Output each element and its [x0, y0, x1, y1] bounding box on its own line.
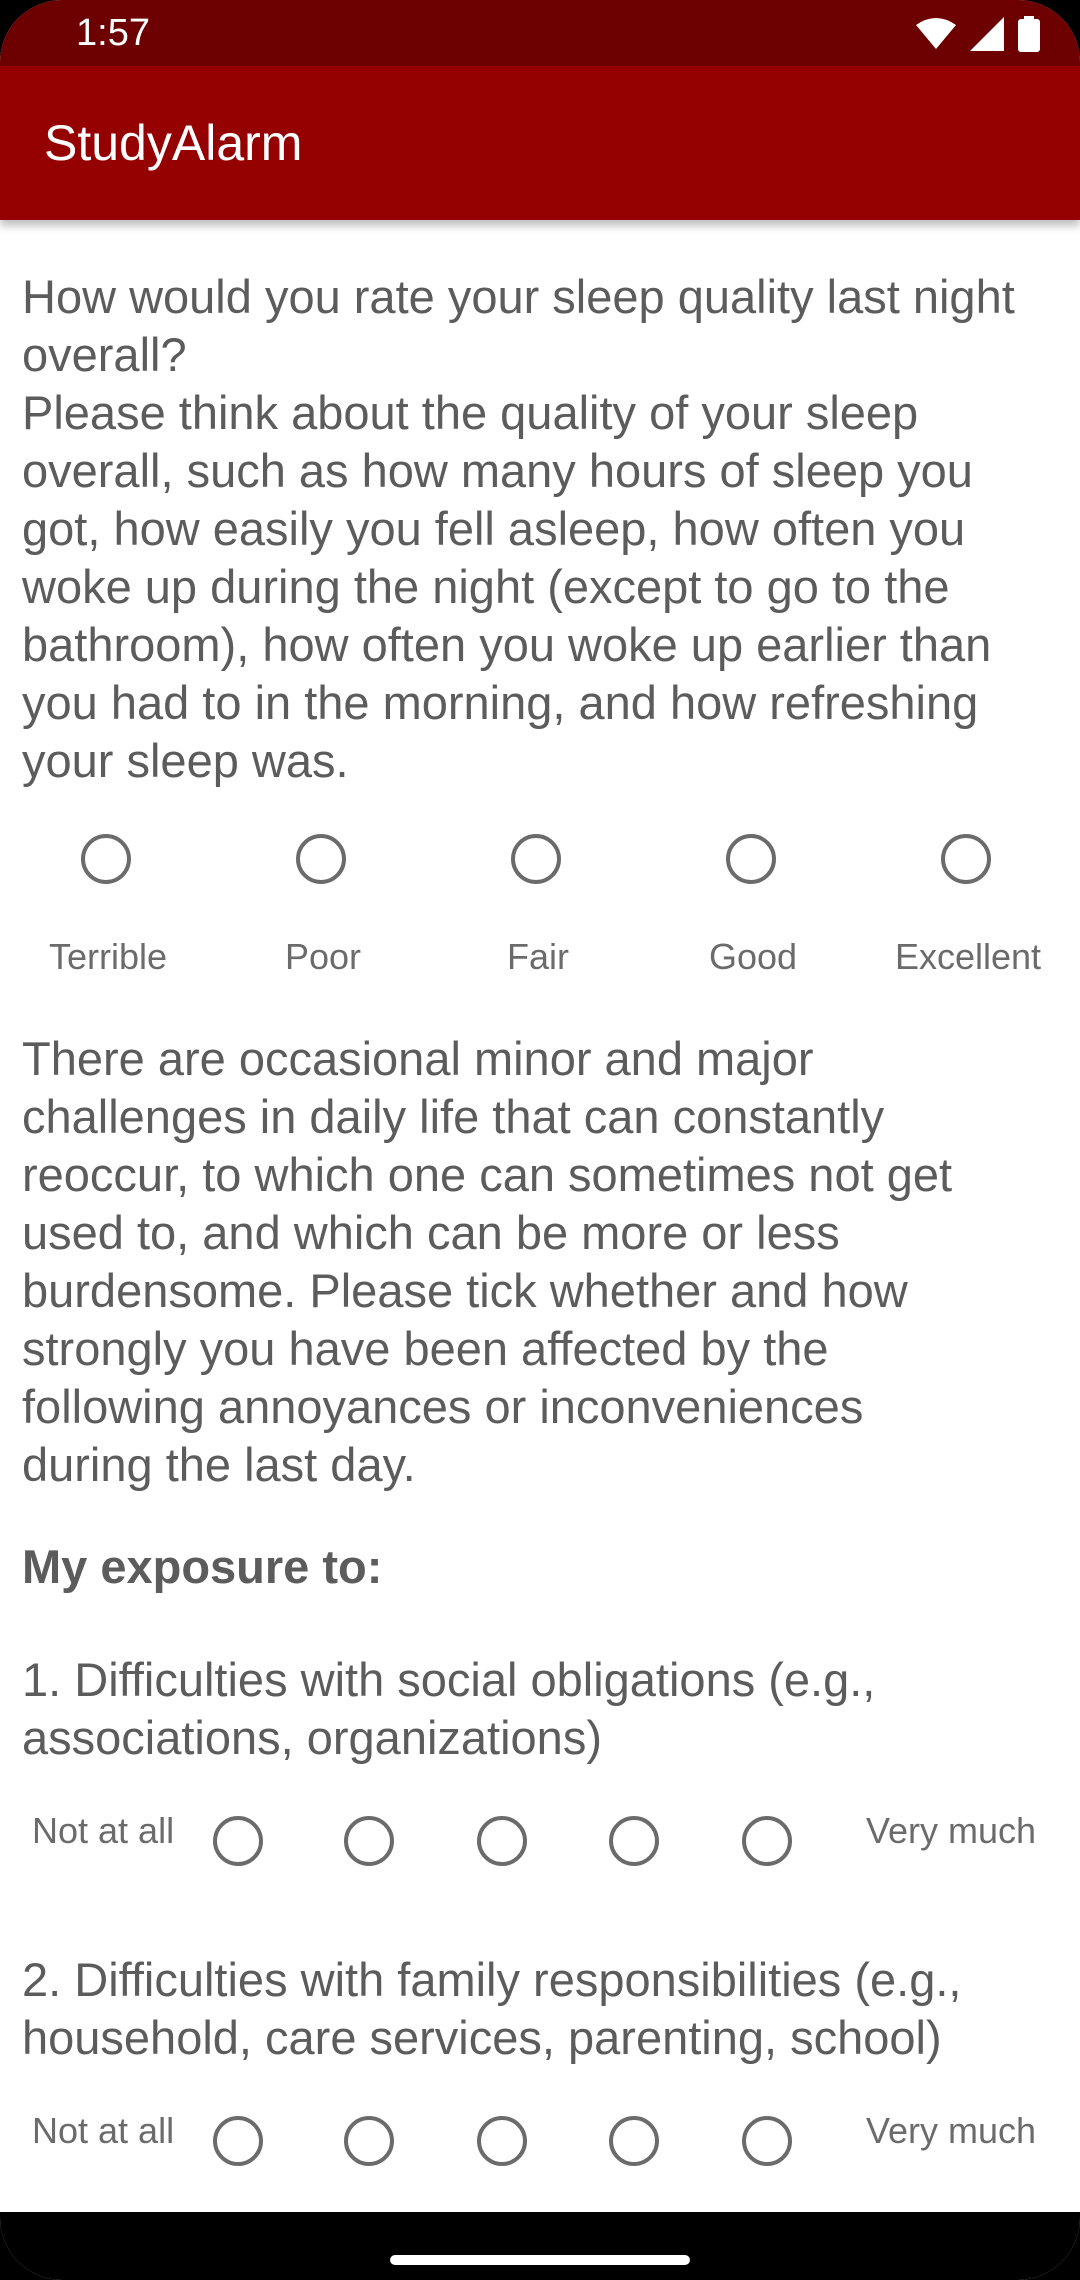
screen: 1:57 StudyAlarm How would you rate your … [0, 0, 1080, 2280]
option-label-fair: Fair [507, 936, 569, 977]
radio-good[interactable] [726, 834, 776, 884]
item-2-radio-3[interactable] [477, 2116, 527, 2166]
radio-poor[interactable] [296, 834, 346, 884]
battery-icon [1018, 16, 1040, 52]
app-bar: StudyAlarm [0, 66, 1080, 220]
item-1-text: 1. Difficulties with social obligations … [22, 1653, 876, 1764]
item-2-radio-4[interactable] [609, 2116, 659, 2166]
wifi-icon [916, 18, 956, 49]
item-2-radio-2[interactable] [344, 2116, 394, 2166]
exposure-heading: My exposure to: [22, 1540, 383, 1593]
status-time: 1:57 [76, 12, 150, 54]
status-icons [916, 14, 1040, 54]
option-label-excellent: Excellent [894, 936, 1042, 977]
app-title: StudyAlarm [44, 115, 303, 171]
item-1-radio-4[interactable] [609, 1816, 659, 1866]
question-sleep-quality: How would you rate your sleep quality la… [22, 268, 1062, 790]
survey-content[interactable]: How would you rate your sleep quality la… [0, 220, 1080, 2212]
item-1-low-label: Not at all [32, 1810, 175, 1851]
item-1-radio-5[interactable] [742, 1816, 792, 1866]
question-sleep-quality-description: Please think about the quality of your s… [22, 386, 992, 787]
option-label-poor: Poor [284, 936, 362, 977]
item-2-low-label: Not at all [32, 2110, 175, 2151]
home-gesture-handle[interactable] [390, 2255, 690, 2265]
item-1-radio-3[interactable] [477, 1816, 527, 1866]
navigation-bar [0, 2212, 1080, 2280]
item-2-high-label: Very much [866, 2110, 1037, 2151]
intro-text: There are occasional minor and major cha… [22, 1032, 953, 1491]
item-2-text: 2. Difficulties with family responsibili… [22, 1953, 962, 2064]
radio-terrible[interactable] [81, 834, 131, 884]
item-2-radio-1[interactable] [213, 2116, 263, 2166]
item-1-radio-1[interactable] [213, 1816, 263, 1866]
item-1-high-label: Very much [866, 1810, 1037, 1851]
signal-icon [970, 17, 1004, 51]
question-sleep-quality-title: How would you rate your sleep quality la… [22, 270, 1015, 381]
radio-excellent[interactable] [941, 834, 991, 884]
option-label-terrible: Terrible [48, 936, 168, 977]
status-bar: 1:57 [0, 0, 1080, 66]
radio-fair[interactable] [511, 834, 561, 884]
item-1-radio-2[interactable] [344, 1816, 394, 1866]
item-2-radio-5[interactable] [742, 2116, 792, 2166]
option-label-good: Good [708, 936, 798, 977]
